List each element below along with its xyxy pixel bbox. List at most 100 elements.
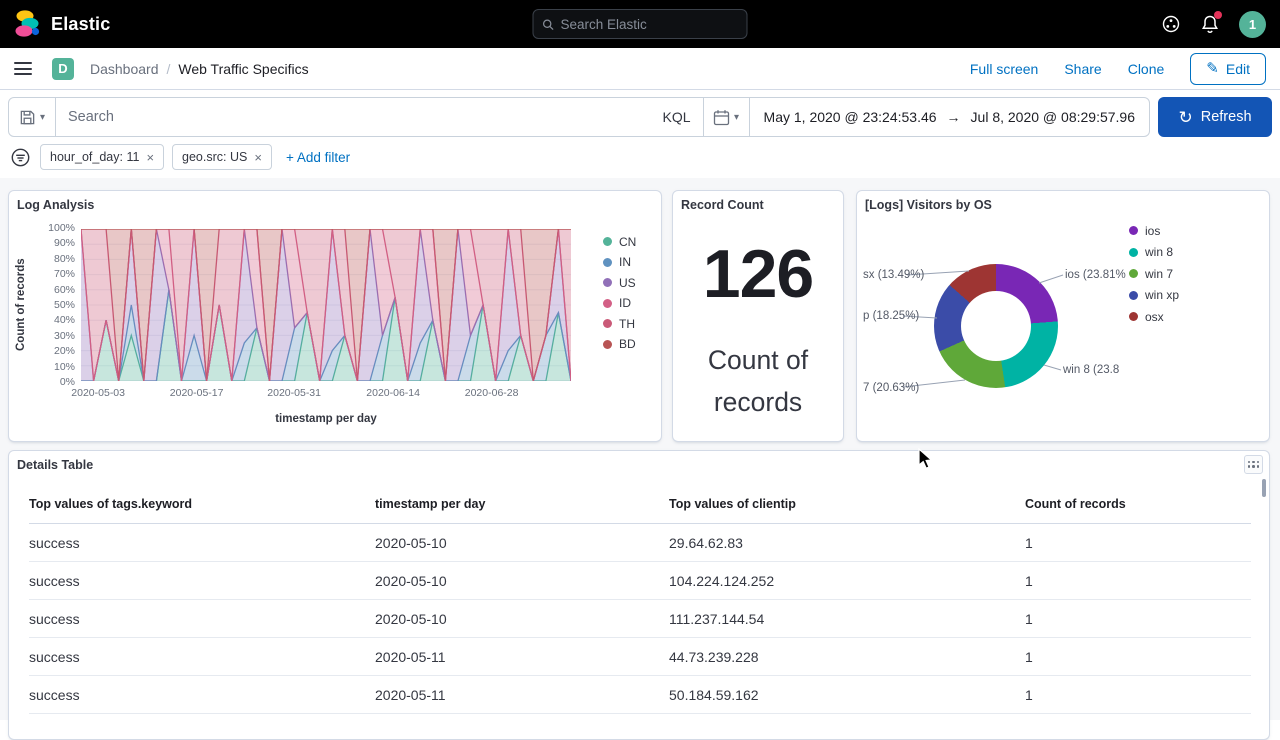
log-legend: CN IN US ID TH BD	[603, 235, 636, 351]
brand-name: Elastic	[51, 14, 110, 35]
query-language-button[interactable]: KQL	[663, 109, 691, 125]
panel-title[interactable]: Record Count	[681, 198, 764, 212]
global-search[interactable]	[533, 9, 748, 39]
legend-dot	[1129, 291, 1138, 300]
deployments-icon[interactable]	[1161, 14, 1181, 34]
menu-hamburger-icon[interactable]	[14, 62, 32, 75]
legend-dot	[1129, 269, 1138, 278]
elastic-logo[interactable]	[14, 9, 41, 39]
legend-label: BD	[619, 337, 636, 351]
os-legend: ios win 8 win 7 win xp osx	[1129, 224, 1179, 323]
pencil-icon: ✎	[1206, 61, 1219, 76]
table-cell: success	[29, 524, 375, 562]
edit-button[interactable]: ✎ Edit	[1190, 53, 1266, 85]
slice-label-ios: ios (23.81%	[1065, 269, 1126, 281]
legend-dot	[1129, 312, 1138, 321]
slice-label-win7: 7 (20.63%)	[863, 382, 919, 394]
global-search-input[interactable]	[561, 17, 738, 32]
table-cell: 2020-05-11	[375, 638, 669, 676]
axis-tick-label: 100%	[48, 222, 75, 234]
column-header[interactable]: Top values of tags.keyword	[29, 487, 375, 524]
legend-item[interactable]: win xp	[1129, 289, 1179, 302]
notifications-bell-icon[interactable]	[1201, 14, 1219, 34]
legend-dot	[1129, 248, 1138, 257]
column-header[interactable]: timestamp per day	[375, 487, 669, 524]
legend-item[interactable]: TH	[603, 317, 636, 330]
table-cell: 50.184.59.162	[669, 676, 1025, 714]
legend-dot	[603, 319, 612, 328]
save-icon	[19, 109, 36, 126]
calendar-button[interactable]: ▾	[704, 98, 750, 136]
kibana-dashboard-page: { "topbar": { "brand": "Elastic", "searc…	[0, 0, 1280, 720]
legend-label: ID	[619, 296, 631, 310]
global-header: Elastic 1	[0, 0, 1280, 48]
breadcrumb-dashboard[interactable]: Dashboard	[90, 61, 159, 77]
axis-tick-label: 80%	[54, 253, 75, 265]
axis-tick-label: 40%	[54, 314, 75, 326]
date-from[interactable]: May 1, 2020 @ 23:24:53.46	[764, 109, 937, 125]
panel-log-analysis: Log Analysis Count of records 100%90%80%…	[8, 190, 662, 442]
panel-title[interactable]: Log Analysis	[17, 198, 94, 212]
table-cell: 2020-05-10	[375, 524, 669, 562]
query-input[interactable]	[68, 109, 655, 125]
legend-label: win 8	[1145, 245, 1173, 259]
panel-visitors-by-os: [Logs] Visitors by OS sx (13.49%) ios (2…	[856, 190, 1270, 442]
filter-pill-label: hour_of_day: 11	[50, 150, 139, 164]
legend-item[interactable]: US	[603, 276, 636, 289]
filter-options-icon[interactable]	[8, 145, 32, 169]
kql-search-box[interactable]: KQL	[55, 97, 704, 137]
legend-dot	[1129, 226, 1138, 235]
column-header[interactable]: Count of records	[1025, 487, 1251, 524]
refresh-icon: ↻	[1178, 109, 1192, 126]
table-row: success2020-05-1144.73.239.2281	[29, 638, 1251, 676]
filter-pill[interactable]: hour_of_day: 11 ×	[40, 144, 164, 170]
axis-tick-label: 2020-05-03	[71, 387, 125, 399]
panel-title[interactable]: [Logs] Visitors by OS	[865, 198, 992, 212]
notification-badge	[1214, 11, 1222, 19]
table-cell: 1	[1025, 600, 1251, 638]
legend-item[interactable]: win 8	[1129, 246, 1179, 259]
breadcrumb: Dashboard / Web Traffic Specifics	[90, 61, 309, 77]
legend-item[interactable]: CN	[603, 235, 636, 248]
clone-link[interactable]: Clone	[1128, 61, 1165, 77]
panel-title[interactable]: Details Table	[17, 458, 93, 472]
legend-item[interactable]: BD	[603, 338, 636, 351]
date-range-arrow: →	[947, 109, 961, 125]
table-cell: success	[29, 638, 375, 676]
space-avatar[interactable]: D	[52, 58, 74, 80]
full-screen-link[interactable]: Full screen	[970, 61, 1038, 77]
stacked-area-chart[interactable]	[81, 229, 571, 381]
table-row: success2020-05-1029.64.62.831	[29, 524, 1251, 562]
filter-pill-list: hour_of_day: 11×geo.src: US×	[40, 144, 272, 170]
saved-query-button[interactable]: ▾	[8, 97, 56, 137]
filter-pill[interactable]: geo.src: US×	[172, 144, 272, 170]
panel-record-count: Record Count 126 Count of records	[672, 190, 844, 442]
column-header[interactable]: Top values of clientip	[669, 487, 1025, 524]
axis-tick-label: 2020-05-31	[267, 387, 321, 399]
remove-filter-icon[interactable]: ×	[254, 150, 262, 165]
legend-item[interactable]: win 7	[1129, 267, 1179, 280]
x-axis-title: timestamp per day	[81, 413, 571, 425]
legend-label: IN	[619, 255, 631, 269]
details-table-head-row: Top values of tags.keywordtimestamp per …	[29, 487, 1251, 524]
legend-item[interactable]: ID	[603, 297, 636, 310]
refresh-button[interactable]: ↻ Refresh	[1158, 97, 1272, 137]
axis-tick-label: 2020-06-28	[465, 387, 519, 399]
legend-item[interactable]: osx	[1129, 310, 1179, 323]
filter-bar: hour_of_day: 11×geo.src: US× + Add filte…	[8, 144, 350, 170]
panel-options-icon[interactable]	[1244, 455, 1263, 474]
legend-item[interactable]: ios	[1129, 224, 1179, 237]
legend-label: osx	[1145, 310, 1164, 324]
log-y-ticks: 100%90%80%70%60%50%40%30%20%10%0%	[37, 222, 75, 388]
date-to[interactable]: Jul 8, 2020 @ 08:29:57.96	[971, 109, 1135, 125]
axis-tick-label: 60%	[54, 284, 75, 296]
add-filter-button[interactable]: + Add filter	[286, 150, 350, 165]
calendar-icon	[713, 109, 730, 126]
scrollbar-thumb[interactable]	[1262, 479, 1266, 497]
user-avatar[interactable]: 1	[1239, 11, 1266, 38]
legend-dot	[603, 278, 612, 287]
table-cell: 1	[1025, 524, 1251, 562]
remove-filter-icon[interactable]: ×	[146, 150, 154, 165]
share-link[interactable]: Share	[1064, 61, 1101, 77]
legend-item[interactable]: IN	[603, 256, 636, 269]
